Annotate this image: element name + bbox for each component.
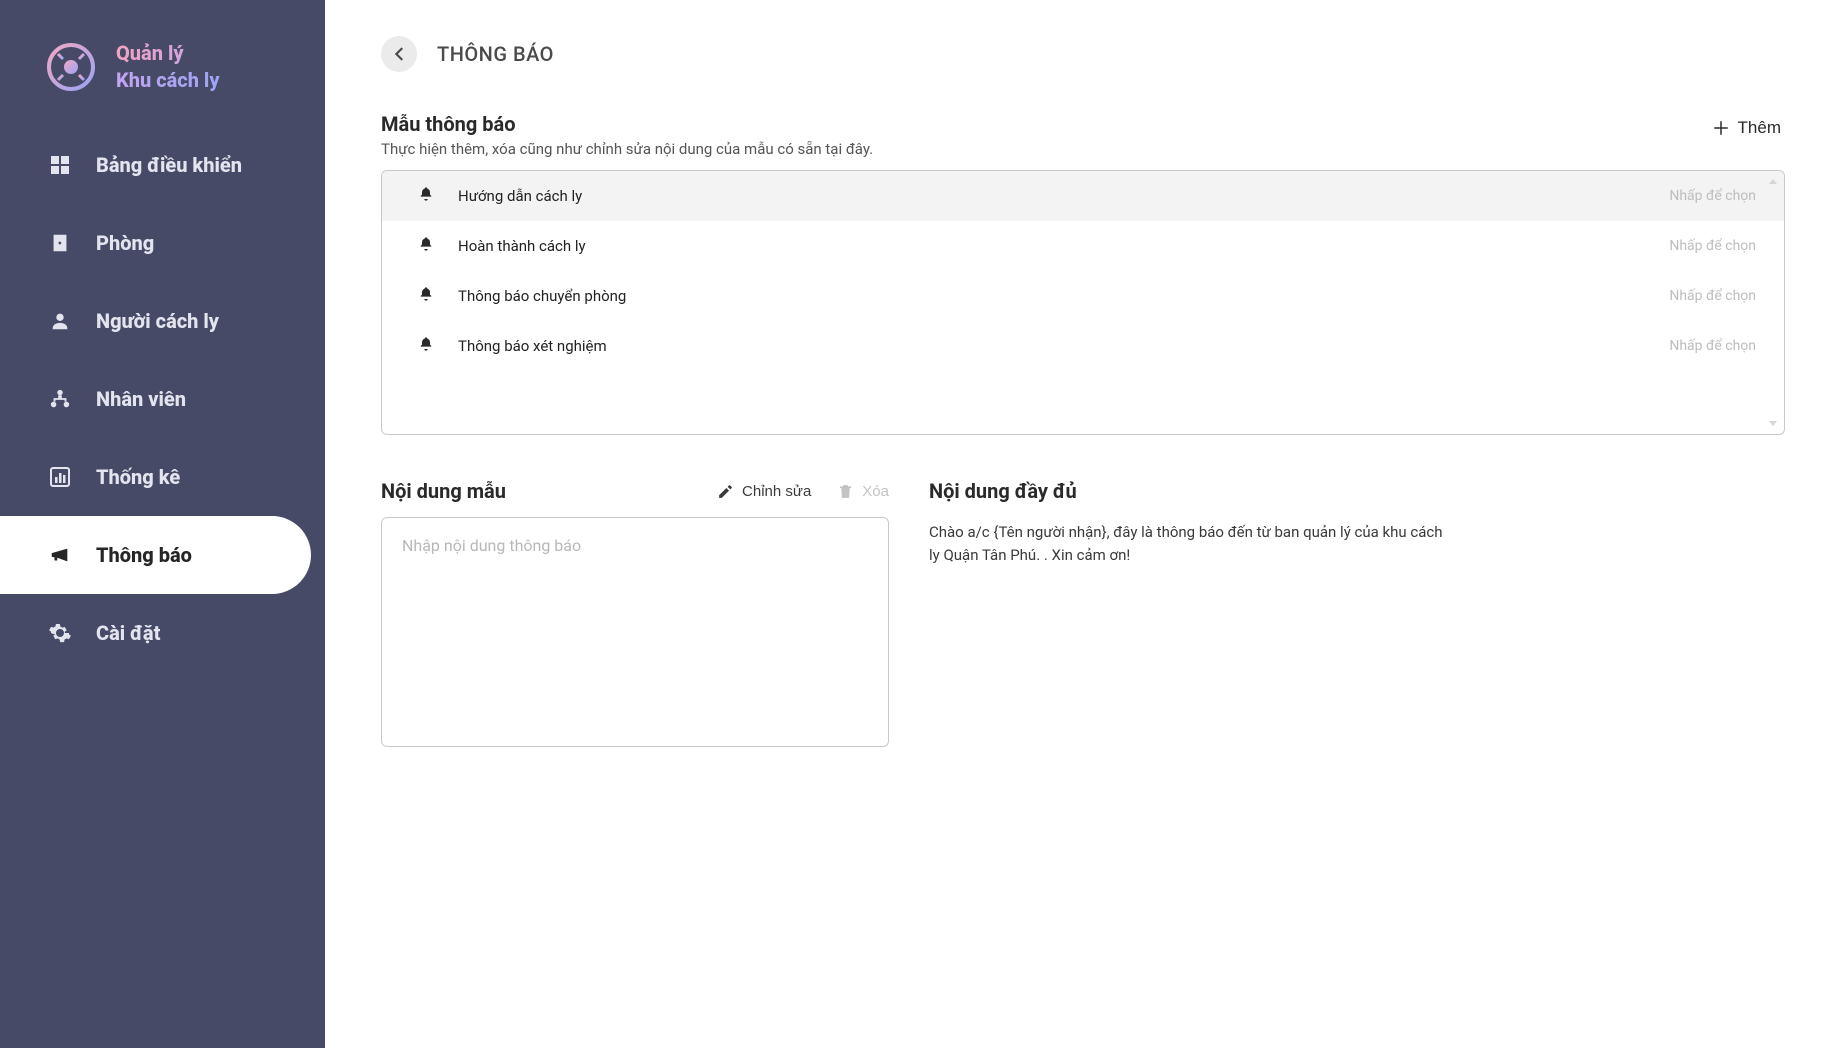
scroll-down-icon[interactable] xyxy=(1766,416,1780,430)
bell-icon xyxy=(418,285,434,307)
select-hint: Nhấp để chọn xyxy=(1669,238,1756,254)
template-label: Hướng dẫn cách ly xyxy=(458,187,582,205)
scroll-up-icon[interactable] xyxy=(1766,175,1780,189)
nav: Bảng điều khiển Phòng Người cách ly Nhân… xyxy=(0,126,325,672)
sidebar-item-staff[interactable]: Nhân viên xyxy=(0,360,325,438)
delete-button[interactable]: Xóa xyxy=(837,483,889,500)
main: THÔNG BÁO Mẫu thông báo Thực hiện thêm, … xyxy=(325,0,1841,1048)
bell-icon xyxy=(418,335,434,357)
sidebar-item-people[interactable]: Người cách ly xyxy=(0,282,325,360)
org-icon xyxy=(46,386,74,412)
nav-label: Cài đặt xyxy=(96,621,160,645)
bell-icon xyxy=(418,185,434,207)
nav-label: Bảng điều khiển xyxy=(96,153,242,177)
edit-label: Chỉnh sửa xyxy=(742,483,811,500)
preview-column: Nội dung đầy đủ Chào a/c {Tên người nhận… xyxy=(929,479,1785,568)
content-textarea[interactable] xyxy=(381,517,889,747)
template-label: Thông báo xét nghiệm xyxy=(458,337,607,355)
editor-title: Nội dung mẫu xyxy=(381,479,506,503)
page-title: THÔNG BÁO xyxy=(437,42,554,66)
template-row[interactable]: Thông báo xét nghiệm Nhấp để chọn xyxy=(382,321,1784,371)
nav-label: Thống kê xyxy=(96,465,180,489)
templates-header: Mẫu thông báo Thực hiện thêm, xóa cũng n… xyxy=(381,112,1785,158)
dashboard-icon xyxy=(46,152,74,178)
preview-title: Nội dung đầy đủ xyxy=(929,479,1785,503)
sidebar-item-rooms[interactable]: Phòng xyxy=(0,204,325,282)
add-label: Thêm xyxy=(1738,118,1781,138)
gear-icon xyxy=(46,620,74,646)
select-hint: Nhấp để chọn xyxy=(1669,188,1756,204)
edit-button[interactable]: Chỉnh sửa xyxy=(717,483,811,500)
brand-text: Quản lý Khu cách ly xyxy=(116,40,220,94)
page-header: THÔNG BÁO xyxy=(381,36,1785,72)
bell-icon xyxy=(418,235,434,257)
brand-line1: Quản lý xyxy=(116,40,220,67)
sidebar-item-dashboard[interactable]: Bảng điều khiển xyxy=(0,126,325,204)
chart-icon xyxy=(46,464,74,490)
templates-title: Mẫu thông báo xyxy=(381,112,873,136)
nav-label: Phòng xyxy=(96,231,154,255)
template-row[interactable]: Hướng dẫn cách ly Nhấp để chọn xyxy=(382,171,1784,221)
brand-line2: Khu cách ly xyxy=(116,67,220,94)
templates-subtitle: Thực hiện thêm, xóa cũng như chỉnh sửa n… xyxy=(381,140,873,158)
template-row[interactable]: Hoàn thành cách ly Nhấp để chọn xyxy=(382,221,1784,271)
nav-label: Người cách ly xyxy=(96,309,219,333)
template-row[interactable]: Thông báo chuyển phòng Nhấp để chọn xyxy=(382,271,1784,321)
sidebar-item-notifications[interactable]: Thông báo xyxy=(0,516,311,594)
sidebar-item-settings[interactable]: Cài đặt xyxy=(0,594,325,672)
virus-icon xyxy=(44,40,98,94)
megaphone-icon xyxy=(46,542,74,568)
nav-label: Nhân viên xyxy=(96,387,186,411)
preview-body: Chào a/c {Tên người nhận}, đây là thông … xyxy=(929,521,1449,568)
select-hint: Nhấp để chọn xyxy=(1669,338,1756,354)
add-template-button[interactable]: Thêm xyxy=(1708,112,1785,144)
person-icon xyxy=(46,308,74,334)
template-list: Hướng dẫn cách ly Nhấp để chọn Hoàn thàn… xyxy=(381,170,1785,435)
editor-column: Nội dung mẫu Chỉnh sửa Xóa xyxy=(381,479,889,751)
back-button[interactable] xyxy=(381,36,417,72)
sidebar-item-stats[interactable]: Thống kê xyxy=(0,438,325,516)
select-hint: Nhấp để chọn xyxy=(1669,288,1756,304)
brand: Quản lý Khu cách ly xyxy=(0,28,325,126)
nav-label: Thông báo xyxy=(96,543,192,567)
sidebar: Quản lý Khu cách ly Bảng điều khiển Phòn… xyxy=(0,0,325,1048)
template-label: Thông báo chuyển phòng xyxy=(458,287,626,305)
delete-label: Xóa xyxy=(862,483,889,500)
template-label: Hoàn thành cách ly xyxy=(458,237,586,255)
door-icon xyxy=(46,230,74,256)
